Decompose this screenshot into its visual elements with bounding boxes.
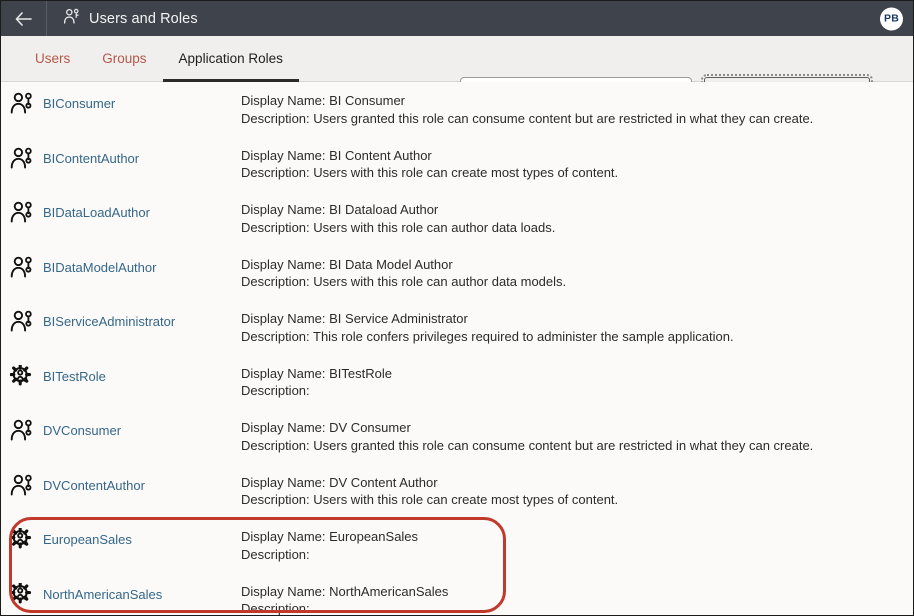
row-icon	[1, 525, 43, 555]
role-detail: Display Name: BI ConsumerDescription: Us…	[241, 89, 913, 127]
table-row[interactable]: BIDataModelAuthorDisplay Name: BI Data M…	[1, 246, 913, 301]
role-name-link[interactable]: EuropeanSales	[43, 525, 241, 547]
role-display-name: Display Name: BI Dataload Author	[241, 201, 913, 219]
person-key-icon	[10, 310, 34, 337]
role-description: Description: Users with this role can cr…	[241, 491, 913, 509]
row-icon	[1, 362, 43, 392]
role-name-link[interactable]: BITestRole	[43, 362, 241, 384]
role-name-link[interactable]: DVContentAuthor	[43, 471, 241, 493]
row-icon	[1, 580, 43, 610]
row-icon	[1, 416, 43, 446]
role-display-name: Display Name: BI Service Administrator	[241, 310, 913, 328]
role-description: Description: Users with this role can au…	[241, 273, 913, 291]
role-detail: Display Name: EuropeanSalesDescription:	[241, 525, 913, 563]
row-icon	[1, 471, 43, 501]
gear-key-icon	[10, 365, 34, 392]
application-roles-list: BIConsumerDisplay Name: BI ConsumerDescr…	[1, 82, 913, 615]
role-name-link[interactable]: BIConsumer	[43, 89, 241, 111]
row-icon	[1, 253, 43, 283]
back-button[interactable]	[1, 1, 47, 36]
role-display-name: Display Name: BI Data Model Author	[241, 256, 913, 274]
tab-bar: Users Groups Application Roles	[1, 36, 299, 82]
gear-key-icon	[10, 528, 34, 555]
row-icon	[1, 144, 43, 174]
role-detail: Display Name: BI Content AuthorDescripti…	[241, 144, 913, 182]
person-key-icon	[10, 201, 34, 228]
table-row[interactable]: DVContentAuthorDisplay Name: DV Content …	[1, 464, 913, 519]
header-title-group: Users and Roles	[47, 8, 198, 30]
person-key-icon	[10, 147, 34, 174]
table-row[interactable]: BITestRoleDisplay Name: BITestRoleDescri…	[1, 355, 913, 410]
users-and-roles-window: Users and Roles PB Users Groups Applicat…	[0, 0, 914, 616]
app-header: Users and Roles PB	[1, 1, 913, 36]
role-display-name: Display Name: DV Consumer	[241, 419, 913, 437]
role-detail: Display Name: DV Content AuthorDescripti…	[241, 471, 913, 509]
role-name-link[interactable]: BIServiceAdministrator	[43, 307, 241, 329]
person-key-icon	[10, 474, 34, 501]
role-display-name: Display Name: BI Consumer	[241, 92, 913, 110]
role-detail: Display Name: NorthAmericanSalesDescript…	[241, 580, 913, 616]
toolbar: Users Groups Application Roles Create Ap…	[1, 36, 913, 82]
back-arrow-icon	[15, 12, 32, 26]
table-row[interactable]: BIContentAuthorDisplay Name: BI Content …	[1, 137, 913, 192]
role-name-link[interactable]: DVConsumer	[43, 416, 241, 438]
page-title: Users and Roles	[89, 11, 198, 27]
role-description: Description:	[241, 382, 913, 400]
gear-key-icon	[10, 583, 34, 610]
role-display-name: Display Name: EuropeanSales	[241, 528, 913, 546]
role-detail: Display Name: BI Service AdministratorDe…	[241, 307, 913, 345]
table-row[interactable]: BIServiceAdministratorDisplay Name: BI S…	[1, 300, 913, 355]
role-description: Description: Users granted this role can…	[241, 110, 913, 128]
table-row[interactable]: DVConsumerDisplay Name: DV ConsumerDescr…	[1, 409, 913, 464]
role-display-name: Display Name: NorthAmericanSales	[241, 583, 913, 601]
role-name-link[interactable]: BIDataLoadAuthor	[43, 198, 241, 220]
tab-application-roles[interactable]: Application Roles	[163, 36, 299, 82]
person-key-icon	[10, 419, 34, 446]
role-display-name: Display Name: BITestRole	[241, 365, 913, 383]
role-description: Description: This role confers privilege…	[241, 328, 913, 346]
role-name-link[interactable]: BIContentAuthor	[43, 144, 241, 166]
role-detail: Display Name: BI Data Model AuthorDescri…	[241, 253, 913, 291]
table-row[interactable]: BIDataLoadAuthorDisplay Name: BI Dataloa…	[1, 191, 913, 246]
role-description: Description: Users granted this role can…	[241, 437, 913, 455]
person-key-icon	[10, 256, 34, 283]
role-name-link[interactable]: BIDataModelAuthor	[43, 253, 241, 275]
role-name-link[interactable]: NorthAmericanSales	[43, 580, 241, 602]
role-display-name: Display Name: DV Content Author	[241, 474, 913, 492]
role-detail: Display Name: DV ConsumerDescription: Us…	[241, 416, 913, 454]
table-row[interactable]: NorthAmericanSalesDisplay Name: NorthAme…	[1, 573, 913, 616]
person-key-icon	[10, 92, 34, 119]
table-row[interactable]: EuropeanSalesDisplay Name: EuropeanSales…	[1, 518, 913, 573]
role-display-name: Display Name: BI Content Author	[241, 147, 913, 165]
avatar[interactable]: PB	[880, 7, 903, 30]
row-icon	[1, 198, 43, 228]
tab-groups[interactable]: Groups	[86, 36, 162, 82]
role-description: Description:	[241, 546, 913, 564]
role-description: Description: Users with this role can cr…	[241, 164, 913, 182]
row-icon	[1, 89, 43, 119]
role-description: Description:	[241, 600, 913, 615]
role-detail: Display Name: BI Dataload AuthorDescript…	[241, 198, 913, 236]
role-detail: Display Name: BITestRoleDescription:	[241, 362, 913, 400]
role-description: Description: Users with this role can au…	[241, 219, 913, 237]
users-roles-icon	[63, 8, 80, 30]
tab-users[interactable]: Users	[19, 36, 86, 82]
row-icon	[1, 307, 43, 337]
table-row[interactable]: BIConsumerDisplay Name: BI ConsumerDescr…	[1, 82, 913, 137]
